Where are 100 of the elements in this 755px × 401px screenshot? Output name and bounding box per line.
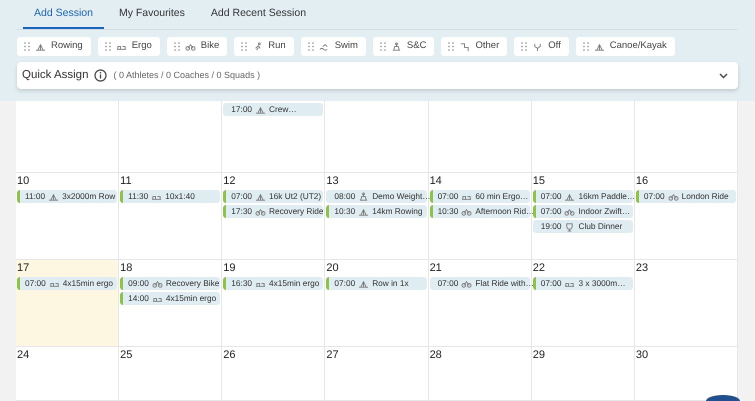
drag-handle-icon[interactable] (104, 42, 111, 51)
day-cell[interactable]: 12 07:00 16k Ut2 (UT2) 17:30 Recovery Ride (222, 173, 326, 260)
day-number: 21 (430, 262, 442, 275)
bike-icon (564, 206, 576, 216)
assign-summary: ( 0 Athletes / 0 Coaches / 0 Squads ) (113, 68, 260, 82)
wave-icon (318, 42, 330, 52)
day-cell[interactable]: 10 11:00 3x2000m Row (16, 173, 120, 260)
drag-handle-icon[interactable] (448, 42, 454, 51)
sport-chip[interactable]: Ergo (98, 37, 160, 56)
day-cell[interactable]: 14 07:00 60 min Ergo… 10:30 Afternoon Rid… (428, 173, 532, 260)
squiggle-icon (459, 42, 470, 52)
day-cell[interactable]: 21 07:00 Flat Ride with… (428, 260, 532, 347)
day-cell[interactable]: 19 16:30 4x15min ergo (222, 260, 326, 347)
tab[interactable]: My Favourites (108, 0, 196, 29)
drag-handle-icon[interactable] (24, 42, 30, 51)
day-cell[interactable]: 25 (119, 347, 222, 401)
calendar-event[interactable]: 07:00 London Ride (636, 190, 736, 203)
day-cell[interactable]: 17 07:00 4x15min ergo (16, 260, 120, 347)
day-cell[interactable]: 13 08:00 Demo Weight… 10:30 14km Rowing (325, 173, 429, 260)
day-cell[interactable] (325, 101, 429, 173)
calendar-event[interactable]: 07:00 3 x 3000m… (532, 277, 633, 290)
day-number: 23 (636, 262, 648, 275)
tab[interactable]: Add Session (23, 0, 104, 29)
drag-handle-icon[interactable] (521, 42, 528, 51)
bike-icon (152, 278, 163, 288)
day-number: 19 (223, 262, 236, 275)
bike-icon (255, 206, 266, 216)
sport-chip[interactable]: Rowing (17, 37, 91, 56)
bike-icon (184, 42, 196, 52)
day-cell[interactable] (119, 101, 222, 173)
sport-chip[interactable]: Other (441, 37, 508, 56)
calendar-event[interactable]: 19:00 Club Dinner (532, 220, 633, 233)
drag-handle-icon[interactable] (380, 42, 386, 51)
calendar-event[interactable]: 14:00 4x15min ergo (120, 292, 220, 305)
day-cell[interactable]: 28 (428, 347, 532, 401)
day-cell[interactable]: 27 (325, 347, 429, 401)
day-cell[interactable]: 24 (16, 347, 120, 401)
boat-icon (255, 104, 266, 114)
drag-handle-icon[interactable] (582, 42, 589, 51)
bike-icon (461, 206, 472, 216)
day-number: 11 (120, 175, 132, 188)
calendar-event[interactable]: 11:00 3x2000m Row (17, 190, 118, 203)
day-cell[interactable]: 26 (222, 347, 326, 401)
calendar-event[interactable]: 11:30 10x1:40 (120, 190, 220, 203)
trophy-icon (564, 222, 576, 232)
calendar-event[interactable]: 16:30 4x15min ergo (223, 277, 324, 290)
calendar-event[interactable]: 07:00 16km Paddle… (532, 190, 633, 203)
calendar-event[interactable]: 09:00 Recovery Bike (120, 277, 220, 290)
day-cell[interactable] (16, 101, 120, 173)
sport-chip[interactable]: S&C (372, 37, 434, 56)
calendar-event[interactable]: 07:00 Row in 1x (326, 277, 427, 290)
sport-chip[interactable]: Run (234, 37, 294, 56)
boat-icon (594, 42, 605, 52)
boat-icon (48, 192, 60, 202)
day-number: 12 (223, 175, 236, 188)
day-cell[interactable]: 18 09:00 Recovery Bike 14:00 4x15min ergo (119, 260, 222, 347)
bike-icon (461, 278, 472, 288)
day-number: 15 (532, 175, 545, 188)
drag-handle-icon[interactable] (241, 42, 248, 51)
day-cell[interactable] (634, 101, 738, 173)
day-number: 17 (17, 262, 30, 275)
day-cell[interactable]: 29 (532, 347, 635, 401)
day-cell[interactable]: 15 07:00 16km Paddle… 07:00 Indoor Zwift… 19:00 Club Dinner (532, 173, 635, 260)
calendar-event[interactable]: 17:30 Recovery Ride (223, 205, 324, 218)
day-cell[interactable]: 23 (634, 260, 738, 347)
boat-icon (358, 206, 370, 216)
sport-chip[interactable]: Bike (166, 37, 228, 56)
calendar-event[interactable]: 07:00 4x15min ergo (17, 277, 118, 290)
sport-chip[interactable]: Canoe/Kayak (576, 37, 675, 56)
day-number: 26 (223, 349, 236, 362)
tab[interactable]: Add Recent Session (200, 0, 318, 29)
drag-handle-icon[interactable] (308, 42, 314, 51)
chevron-icon[interactable] (719, 72, 728, 78)
day-cell[interactable]: 16 07:00 London Ride (634, 173, 738, 260)
bike-icon (668, 192, 679, 202)
weight-icon (390, 42, 402, 52)
sport-chip[interactable]: Swim (300, 37, 366, 56)
calendar-event[interactable]: 07:00 16k Ut2 (UT2) (223, 190, 324, 203)
day-cell[interactable]: 22 07:00 3 x 3000m… (532, 260, 635, 347)
calendar-event[interactable]: 08:00 Demo Weight… (326, 190, 427, 203)
drag-handle-icon[interactable] (174, 42, 180, 51)
day-cell[interactable]: 20 07:00 Row in 1x (325, 260, 429, 347)
day-number: 27 (326, 349, 339, 362)
weight-icon (358, 192, 370, 202)
day-cell[interactable] (428, 101, 532, 173)
calendar-event[interactable]: 10:30 14km Rowing (326, 205, 427, 218)
day-number: 22 (532, 262, 545, 275)
day-cell[interactable]: 11 11:30 10x1:40 (119, 173, 222, 260)
day-number: 25 (120, 349, 132, 362)
day-cell[interactable]: 17:00 Crew… (222, 101, 326, 173)
calendar-event[interactable]: 07:00 Indoor Zwift… (532, 205, 633, 218)
day-number: 29 (532, 349, 545, 362)
quick-assign-title: Quick Assign (22, 68, 88, 83)
info-icon[interactable] (94, 69, 108, 82)
day-number: 10 (17, 175, 30, 188)
sport-chip[interactable]: Off (514, 37, 569, 56)
calendar-event[interactable]: 07:00 60 min Ergo… (430, 190, 530, 203)
calendar-event[interactable]: 17:00 Crew… (223, 103, 324, 116)
boat-icon (35, 42, 46, 52)
day-cell[interactable] (532, 101, 635, 173)
